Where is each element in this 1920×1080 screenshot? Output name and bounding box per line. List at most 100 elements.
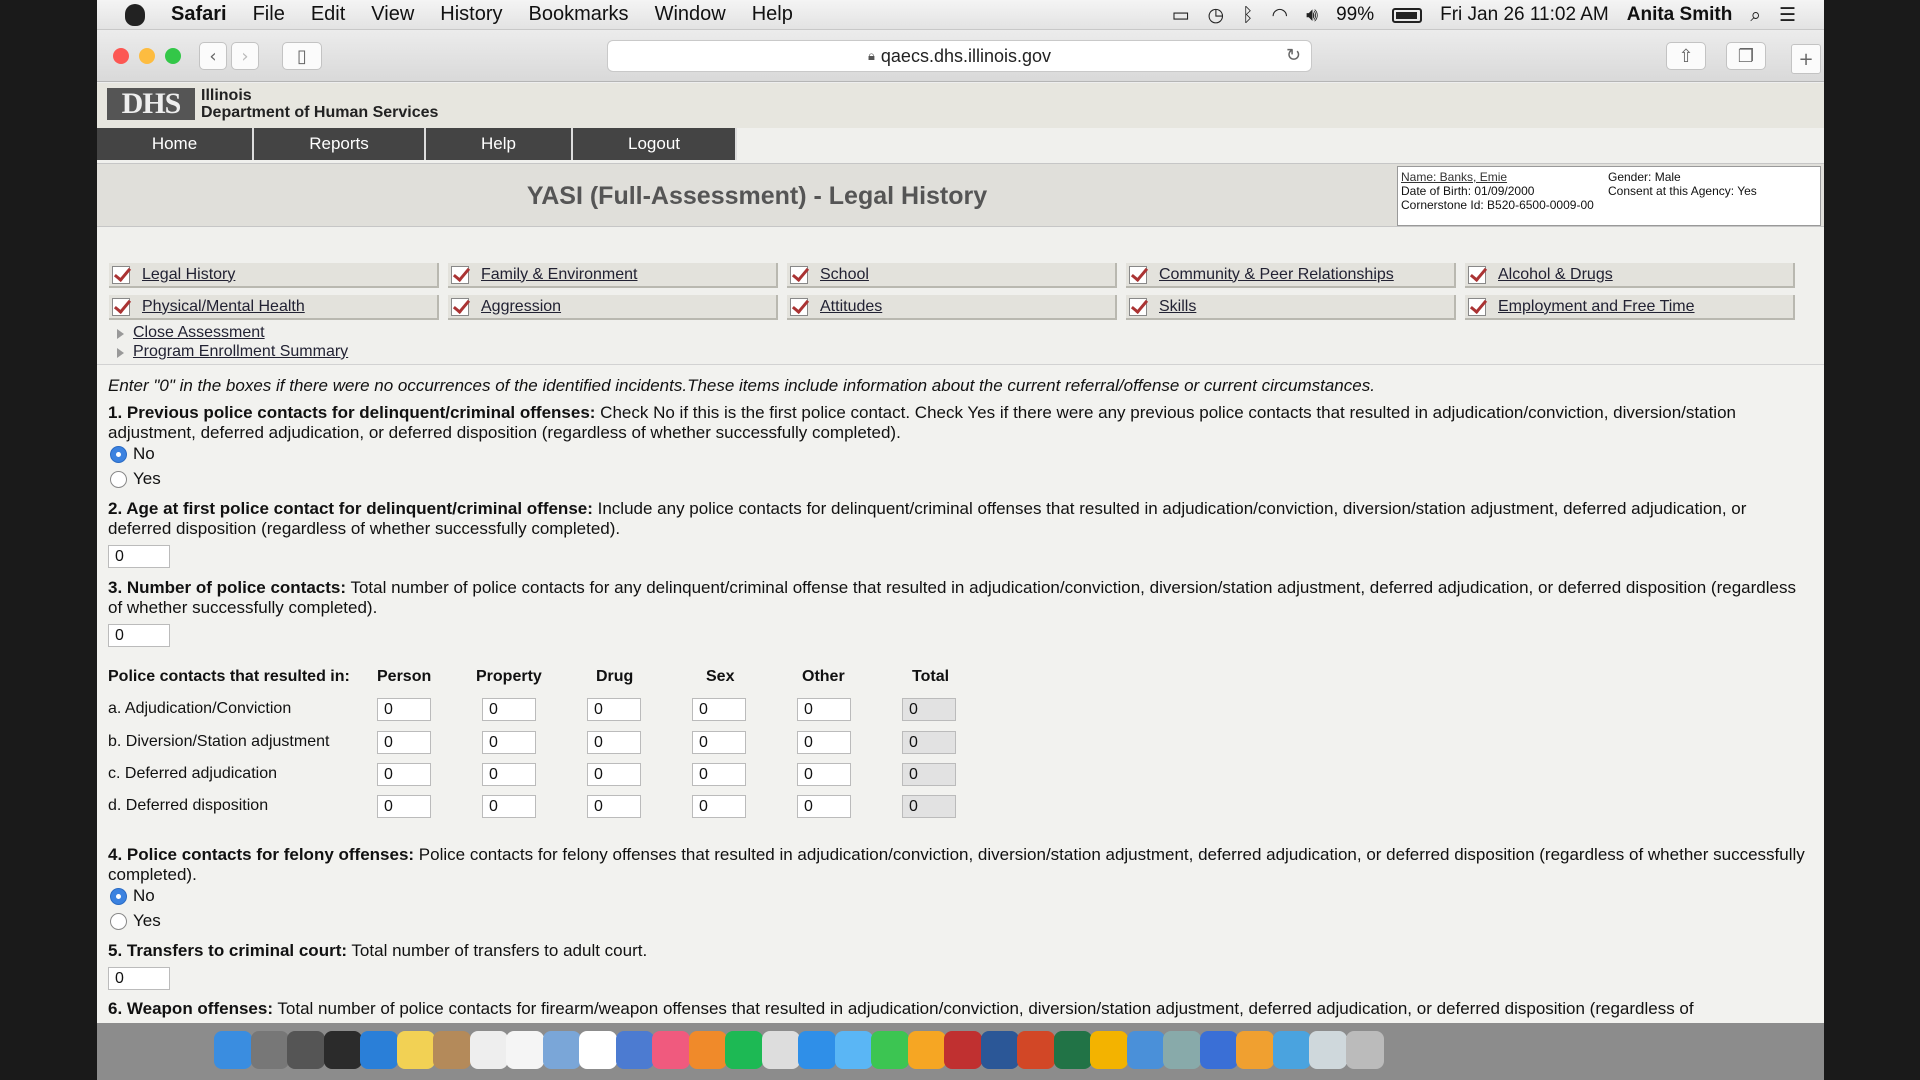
row-d-person[interactable]: 0 — [377, 795, 431, 818]
spotify-icon[interactable] — [725, 1031, 763, 1069]
spotlight-search-icon[interactable]: ⌕ — [1750, 4, 1761, 26]
section-family-environment[interactable]: Family & Environment — [448, 263, 778, 288]
menu-edit[interactable]: Edit — [311, 3, 345, 26]
messages-icon[interactable] — [834, 1031, 873, 1069]
apple-icon[interactable] — [125, 3, 145, 26]
menu-help[interactable]: Help — [752, 3, 793, 26]
launchpad-icon[interactable] — [287, 1031, 325, 1069]
row-b-person[interactable]: 0 — [377, 731, 431, 754]
itunes-icon[interactable] — [652, 1031, 690, 1069]
section-legal-history[interactable]: Legal History — [109, 263, 439, 288]
excel-icon[interactable] — [1053, 1031, 1092, 1069]
notification-center-icon[interactable]: ☰ — [1779, 4, 1796, 26]
tabs-button[interactable]: ❐ — [1726, 42, 1766, 70]
q4-radio-no[interactable] — [110, 888, 127, 905]
trash-icon[interactable] — [1345, 1031, 1384, 1069]
q1-radio-no[interactable] — [110, 446, 127, 463]
word-icon[interactable] — [980, 1031, 1019, 1069]
pages-icon[interactable] — [506, 1031, 544, 1069]
row-b-drug[interactable]: 0 — [587, 731, 641, 754]
safari-icon[interactable] — [798, 1031, 836, 1069]
row-a-property[interactable]: 0 — [482, 698, 536, 721]
bluetooth-icon[interactable]: ᛒ — [1242, 4, 1253, 26]
settings-icon[interactable] — [1236, 1031, 1274, 1069]
row-a-other[interactable]: 0 — [797, 698, 851, 721]
row-b-other[interactable]: 0 — [797, 731, 851, 754]
menu-history[interactable]: History — [440, 3, 502, 26]
row-d-property[interactable]: 0 — [482, 795, 536, 818]
address-bar[interactable]: 🔒︎ qaecs.dhs.illinois.gov ↻ — [607, 40, 1312, 72]
ibooks-icon[interactable] — [688, 1031, 727, 1069]
row-c-drug[interactable]: 0 — [587, 763, 641, 786]
facetime-icon[interactable] — [871, 1031, 909, 1069]
chrome-icon[interactable] — [761, 1031, 800, 1069]
row-c-sex[interactable]: 0 — [692, 763, 746, 786]
menu-view[interactable]: View — [371, 3, 414, 26]
volume-icon[interactable]: 🔊︎ — [1306, 4, 1318, 26]
row-d-sex[interactable]: 0 — [692, 795, 746, 818]
program-enrollment-summary-link[interactable]: Program Enrollment Summary — [133, 343, 348, 361]
menu-window[interactable]: Window — [655, 3, 726, 26]
user-name[interactable]: Anita Smith — [1627, 4, 1733, 26]
clock[interactable]: Fri Jan 26 11:02 AM — [1440, 4, 1609, 26]
app-store-icon[interactable] — [360, 1031, 398, 1069]
row-a-drug[interactable]: 0 — [587, 698, 641, 721]
text-edit-icon[interactable] — [469, 1031, 508, 1069]
share-button[interactable]: ⇧ — [1666, 42, 1706, 70]
outlook-icon[interactable] — [1090, 1031, 1128, 1069]
nav-logout[interactable]: Logout — [573, 128, 737, 160]
row-a-person[interactable]: 0 — [377, 698, 431, 721]
section-community-peer[interactable]: Community & Peer Relationships — [1126, 263, 1456, 288]
preview-icon[interactable] — [542, 1031, 581, 1069]
clean-icon[interactable] — [1199, 1031, 1238, 1069]
row-b-property[interactable]: 0 — [482, 731, 536, 754]
close-assessment-link[interactable]: Close Assessment — [133, 324, 265, 342]
section-skills[interactable]: Skills — [1126, 295, 1456, 320]
back-button[interactable]: ‹ — [199, 42, 227, 70]
finder-icon[interactable] — [214, 1031, 252, 1069]
sidebar-toggle-button[interactable]: ▯ — [282, 42, 322, 70]
row-c-person[interactable]: 0 — [377, 763, 431, 786]
nav-home[interactable]: Home — [97, 128, 254, 160]
system-preferences-icon[interactable] — [250, 1031, 289, 1069]
nav-help[interactable]: Help — [426, 128, 573, 160]
forward-button[interactable]: › — [231, 42, 259, 70]
section-attitudes[interactable]: Attitudes — [787, 295, 1117, 320]
photo-booth-icon[interactable] — [944, 1031, 982, 1069]
airplay-icon[interactable]: ▭ — [1172, 4, 1190, 26]
zoom-window-button[interactable] — [165, 48, 181, 64]
section-school[interactable]: School — [787, 263, 1117, 288]
dhs-logo[interactable]: DHS — [107, 88, 195, 120]
section-aggression[interactable]: Aggression — [448, 295, 778, 320]
battery-icon[interactable] — [1392, 7, 1423, 23]
row-d-other[interactable]: 0 — [797, 795, 851, 818]
time-machine-icon[interactable]: ◷ — [1208, 4, 1225, 26]
q5-transfers-input[interactable]: 0 — [108, 967, 170, 990]
notes-icon[interactable] — [396, 1031, 435, 1069]
folder-icon[interactable] — [1272, 1031, 1311, 1069]
wifi-icon[interactable]: ◠ — [1272, 4, 1289, 26]
mission-control-icon[interactable] — [323, 1031, 362, 1069]
section-employment-free-time[interactable]: Employment and Free Time — [1465, 295, 1795, 320]
row-c-other[interactable]: 0 — [797, 763, 851, 786]
new-tab-button[interactable]: + — [1791, 44, 1821, 74]
network-icon[interactable] — [1126, 1031, 1165, 1069]
photo-icon[interactable] — [615, 1031, 654, 1069]
close-window-button[interactable] — [113, 48, 129, 64]
client-name-link[interactable]: Name: Banks, Emie — [1401, 170, 1507, 184]
section-physical-mental-health[interactable]: Physical/Mental Health — [109, 295, 439, 320]
contacts-icon[interactable] — [433, 1031, 471, 1069]
q1-radio-yes[interactable] — [110, 471, 127, 488]
menu-bookmarks[interactable]: Bookmarks — [529, 3, 629, 26]
row-c-property[interactable]: 0 — [482, 763, 536, 786]
row-b-sex[interactable]: 0 — [692, 731, 746, 754]
minimize-window-button[interactable] — [139, 48, 155, 64]
q3-count-input[interactable]: 0 — [108, 624, 170, 647]
documents-icon[interactable] — [1309, 1031, 1347, 1069]
photos-icon[interactable] — [907, 1031, 946, 1069]
calendar-icon[interactable] — [579, 1031, 617, 1069]
menu-app-name[interactable]: Safari — [171, 3, 227, 26]
row-a-sex[interactable]: 0 — [692, 698, 746, 721]
powerpoint-icon[interactable] — [1017, 1031, 1055, 1069]
reload-icon[interactable]: ↻ — [1286, 45, 1301, 66]
